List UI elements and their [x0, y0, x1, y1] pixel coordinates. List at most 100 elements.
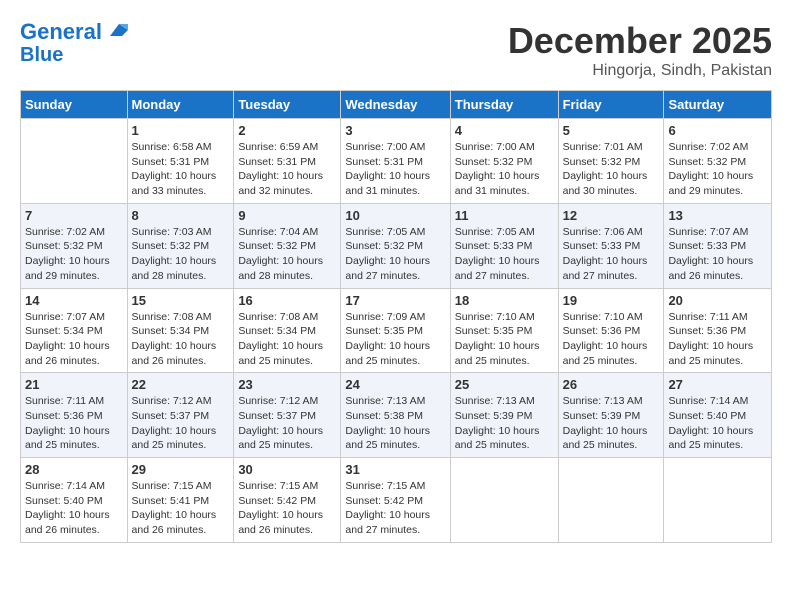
day-number: 4	[455, 123, 554, 138]
calendar-cell: 9 Sunrise: 7:04 AM Sunset: 5:32 PM Daylig…	[234, 203, 341, 288]
calendar-cell	[450, 458, 558, 543]
logo-icon	[110, 21, 128, 39]
calendar-week-row: 21 Sunrise: 7:11 AM Sunset: 5:36 PM Dayli…	[21, 373, 772, 458]
calendar-cell: 19 Sunrise: 7:10 AM Sunset: 5:36 PM Dayli…	[558, 288, 664, 373]
day-info: Sunrise: 7:00 AM Sunset: 5:31 PM Dayligh…	[345, 140, 445, 199]
calendar-cell: 23Sunrise: 7:12 AM Sunset: 5:37 PM Dayli…	[234, 373, 341, 458]
day-number: 6	[668, 123, 767, 138]
day-info: Sunrise: 7:03 AM Sunset: 5:32 PM Dayligh…	[132, 225, 230, 284]
day-number: 25	[455, 377, 554, 392]
calendar-cell: 14 Sunrise: 7:07 AM Sunset: 5:34 PM Dayli…	[21, 288, 128, 373]
calendar-cell	[558, 458, 664, 543]
calendar-cell	[664, 458, 772, 543]
day-info: Sunrise: 7:02 AM Sunset: 5:32 PM Dayligh…	[668, 140, 767, 199]
day-info: Sunrise: 7:01 AM Sunset: 5:32 PM Dayligh…	[563, 140, 660, 199]
day-number: 5	[563, 123, 660, 138]
calendar-cell: 8 Sunrise: 7:03 AM Sunset: 5:32 PM Daylig…	[127, 203, 234, 288]
day-info: Sunrise: 7:13 AM Sunset: 5:39 PM Dayligh…	[563, 394, 660, 453]
calendar-cell: 31 Sunrise: 7:15 AM Sunset: 5:42 PM Dayli…	[341, 458, 450, 543]
page-subtitle: Hingorja, Sindh, Pakistan	[508, 62, 772, 80]
day-info: Sunrise: 7:14 AM Sunset: 5:40 PM Dayligh…	[25, 479, 123, 538]
day-info: Sunrise: 7:11 AM Sunset: 5:36 PM Dayligh…	[25, 394, 123, 453]
day-info: Sunrise: 7:05 AM Sunset: 5:32 PM Dayligh…	[345, 225, 445, 284]
calendar-cell: 26 Sunrise: 7:13 AM Sunset: 5:39 PM Dayli…	[558, 373, 664, 458]
day-number: 30	[238, 462, 336, 477]
day-number: 18	[455, 293, 554, 308]
day-number: 31	[345, 462, 445, 477]
day-info: Sunrise: 7:04 AM Sunset: 5:32 PM Dayligh…	[238, 225, 336, 284]
logo-general: General	[20, 19, 102, 44]
calendar-cell: 11 Sunrise: 7:05 AM Sunset: 5:33 PM Dayli…	[450, 203, 558, 288]
page-title: December 2025	[508, 20, 772, 62]
weekday-header: Monday	[127, 91, 234, 119]
day-info: Sunrise: 7:06 AM Sunset: 5:33 PM Dayligh…	[563, 225, 660, 284]
calendar-cell: 3 Sunrise: 7:00 AM Sunset: 5:31 PM Daylig…	[341, 119, 450, 204]
calendar-cell	[21, 119, 128, 204]
logo-text: General	[20, 20, 128, 44]
day-info: Sunrise: 7:13 AM Sunset: 5:39 PM Dayligh…	[455, 394, 554, 453]
day-number: 7	[25, 208, 123, 223]
calendar-week-row: 14 Sunrise: 7:07 AM Sunset: 5:34 PM Dayli…	[21, 288, 772, 373]
logo-blue: Blue	[20, 44, 128, 66]
day-number: 26	[563, 377, 660, 392]
calendar-cell: 12Sunrise: 7:06 AM Sunset: 5:33 PM Dayli…	[558, 203, 664, 288]
weekday-header: Sunday	[21, 91, 128, 119]
day-number: 11	[455, 208, 554, 223]
day-info: Sunrise: 7:13 AM Sunset: 5:38 PM Dayligh…	[345, 394, 445, 453]
day-info: Sunrise: 7:08 AM Sunset: 5:34 PM Dayligh…	[238, 310, 336, 369]
day-number: 9	[238, 208, 336, 223]
day-info: Sunrise: 7:11 AM Sunset: 5:36 PM Dayligh…	[668, 310, 767, 369]
day-info: Sunrise: 7:14 AM Sunset: 5:40 PM Dayligh…	[668, 394, 767, 453]
calendar-cell: 5 Sunrise: 7:01 AM Sunset: 5:32 PM Daylig…	[558, 119, 664, 204]
day-number: 21	[25, 377, 123, 392]
day-number: 3	[345, 123, 445, 138]
calendar-cell: 25 Sunrise: 7:13 AM Sunset: 5:39 PM Dayli…	[450, 373, 558, 458]
day-number: 14	[25, 293, 123, 308]
logo: General Blue	[20, 20, 128, 66]
calendar-cell: 1 Sunrise: 6:58 AM Sunset: 5:31 PM Daylig…	[127, 119, 234, 204]
day-info: Sunrise: 7:02 AM Sunset: 5:32 PM Dayligh…	[25, 225, 123, 284]
calendar-cell: 15Sunrise: 7:08 AM Sunset: 5:34 PM Dayli…	[127, 288, 234, 373]
day-number: 22	[132, 377, 230, 392]
calendar-week-row: 7 Sunrise: 7:02 AM Sunset: 5:32 PM Daylig…	[21, 203, 772, 288]
day-info: Sunrise: 7:07 AM Sunset: 5:33 PM Dayligh…	[668, 225, 767, 284]
day-number: 23	[238, 377, 336, 392]
calendar-cell: 18 Sunrise: 7:10 AM Sunset: 5:35 PM Dayli…	[450, 288, 558, 373]
calendar-cell: 30 Sunrise: 7:15 AM Sunset: 5:42 PM Dayli…	[234, 458, 341, 543]
weekday-header: Wednesday	[341, 91, 450, 119]
calendar-cell: 22 Sunrise: 7:12 AM Sunset: 5:37 PM Dayli…	[127, 373, 234, 458]
day-info: Sunrise: 6:58 AM Sunset: 5:31 PM Dayligh…	[132, 140, 230, 199]
day-info: Sunrise: 7:15 AM Sunset: 5:41 PM Dayligh…	[132, 479, 230, 538]
calendar-cell: 24 Sunrise: 7:13 AM Sunset: 5:38 PM Dayli…	[341, 373, 450, 458]
day-number: 15	[132, 293, 230, 308]
day-number: 19	[563, 293, 660, 308]
day-info: Sunrise: 7:05 AM Sunset: 5:33 PM Dayligh…	[455, 225, 554, 284]
calendar-cell: 6 Sunrise: 7:02 AM Sunset: 5:32 PM Daylig…	[664, 119, 772, 204]
day-number: 20	[668, 293, 767, 308]
day-number: 16	[238, 293, 336, 308]
day-number: 27	[668, 377, 767, 392]
day-info: Sunrise: 7:15 AM Sunset: 5:42 PM Dayligh…	[345, 479, 445, 538]
day-info: Sunrise: 7:10 AM Sunset: 5:36 PM Dayligh…	[563, 310, 660, 369]
day-number: 29	[132, 462, 230, 477]
day-info: Sunrise: 7:15 AM Sunset: 5:42 PM Dayligh…	[238, 479, 336, 538]
day-number: 13	[668, 208, 767, 223]
day-number: 1	[132, 123, 230, 138]
calendar-week-row: 28Sunrise: 7:14 AM Sunset: 5:40 PM Dayli…	[21, 458, 772, 543]
weekday-header: Thursday	[450, 91, 558, 119]
calendar-header-row: SundayMondayTuesdayWednesdayThursdayFrid…	[21, 91, 772, 119]
day-info: Sunrise: 6:59 AM Sunset: 5:31 PM Dayligh…	[238, 140, 336, 199]
weekday-header: Tuesday	[234, 91, 341, 119]
day-number: 10	[345, 208, 445, 223]
day-info: Sunrise: 7:07 AM Sunset: 5:34 PM Dayligh…	[25, 310, 123, 369]
day-number: 8	[132, 208, 230, 223]
calendar-cell: 16 Sunrise: 7:08 AM Sunset: 5:34 PM Dayli…	[234, 288, 341, 373]
day-number: 24	[345, 377, 445, 392]
day-info: Sunrise: 7:12 AM Sunset: 5:37 PM Dayligh…	[132, 394, 230, 453]
page-header: General Blue December 2025 Hingorja, Sin…	[20, 20, 772, 80]
calendar-cell: 17Sunrise: 7:09 AM Sunset: 5:35 PM Dayli…	[341, 288, 450, 373]
calendar-cell: 10 Sunrise: 7:05 AM Sunset: 5:32 PM Dayli…	[341, 203, 450, 288]
day-info: Sunrise: 7:10 AM Sunset: 5:35 PM Dayligh…	[455, 310, 554, 369]
calendar-cell: 27 Sunrise: 7:14 AM Sunset: 5:40 PM Dayli…	[664, 373, 772, 458]
calendar-cell: 20 Sunrise: 7:11 AM Sunset: 5:36 PM Dayli…	[664, 288, 772, 373]
